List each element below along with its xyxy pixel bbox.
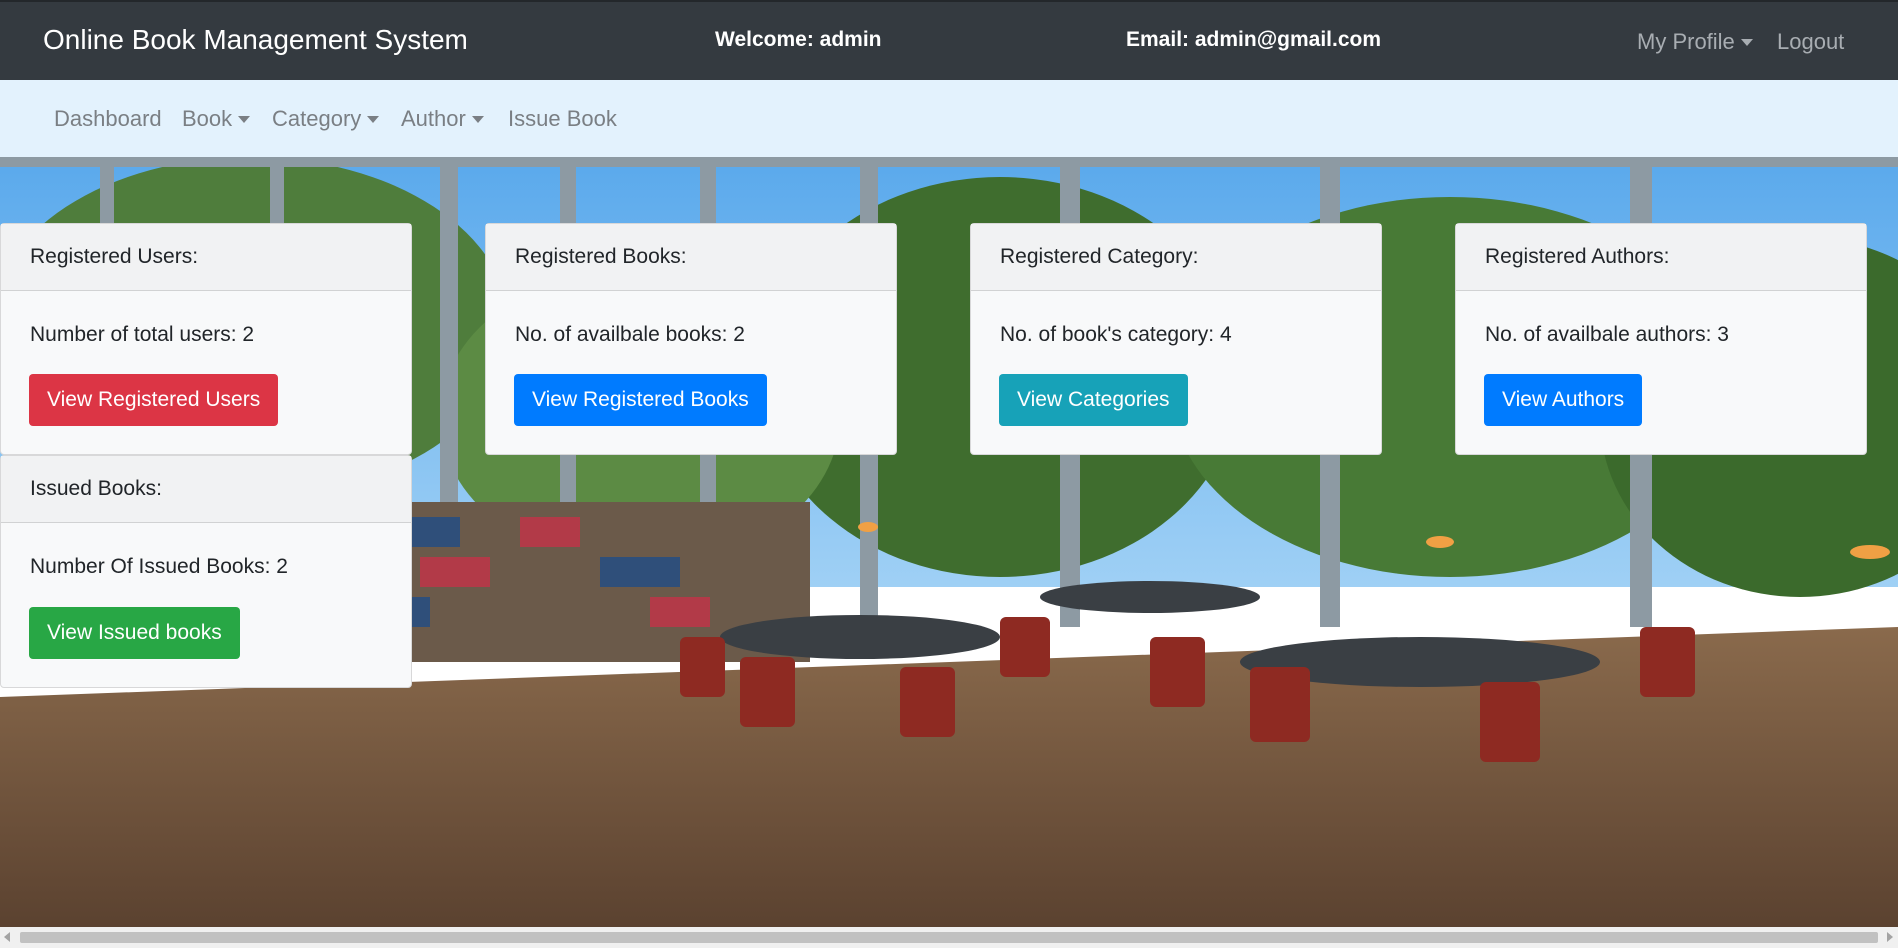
view-categories-button[interactable]: View Categories [999,374,1188,426]
card-registered-books: Registered Books: No. of availbale books… [485,223,897,455]
card-text: No. of availbale books: 2 [515,323,745,346]
chevron-down-icon [238,115,251,123]
nav-label: Issue Book [508,106,617,131]
card-registered-users: Registered Users: Number of total users:… [0,223,412,455]
card-registered-category: Registered Category: No. of book's categ… [970,223,1382,455]
view-registered-users-button[interactable]: View Registered Users [29,374,279,426]
card-text: No. of availbale authors: 3 [1485,323,1729,346]
nav-label: Dashboard [54,106,162,131]
nav-label: Author [401,106,466,131]
logout-link[interactable]: Logout [1777,29,1844,55]
view-authors-button[interactable]: View Authors [1484,374,1643,426]
email-text: Email: admin@gmail.com [1126,28,1382,51]
card-text: No. of book's category: 4 [1000,323,1232,346]
my-profile-dropdown[interactable]: My Profile [1637,29,1753,55]
view-registered-books-button[interactable]: View Registered Books [514,374,767,426]
brand-title[interactable]: Online Book Management System [43,24,468,56]
card-header: Registered Category: [971,224,1381,291]
scroll-right-arrow-icon[interactable] [1887,932,1893,942]
card-registered-authors: Registered Authors: No. of availbale aut… [1455,223,1867,455]
chevron-down-icon [367,115,380,123]
secondary-navbar: Dashboard Book Category Author Issue Boo… [0,80,1898,157]
card-header: Registered Authors: [1456,224,1866,291]
nav-label: Category [272,106,362,131]
nav-issue-book[interactable]: Issue Book [508,106,617,132]
card-text: Number Of Issued Books: 2 [30,555,288,578]
top-navbar: Online Book Management System Welcome: a… [0,0,1898,80]
scrollbar-thumb[interactable] [20,932,1878,943]
welcome-text: Welcome: admin [715,28,882,51]
horizontal-scrollbar[interactable] [0,927,1898,948]
nav-category-dropdown[interactable]: Category [272,106,380,132]
nav-book-dropdown[interactable]: Book [182,106,251,132]
nav-label: Book [182,106,233,131]
card-issued-books: Issued Books: Number Of Issued Books: 2 … [0,455,412,688]
card-header: Registered Users: [1,224,411,291]
card-header: Registered Books: [486,224,896,291]
card-text: Number of total users: 2 [30,323,255,346]
my-profile-label: My Profile [1637,29,1735,54]
view-issued-books-button[interactable]: View Issued books [29,607,240,659]
chevron-down-icon [1740,38,1753,46]
nav-author-dropdown[interactable]: Author [401,106,484,132]
chevron-down-icon [471,115,484,123]
scroll-left-arrow-icon[interactable] [4,932,10,942]
card-header: Issued Books: [1,456,411,523]
nav-dashboard[interactable]: Dashboard [54,106,162,132]
